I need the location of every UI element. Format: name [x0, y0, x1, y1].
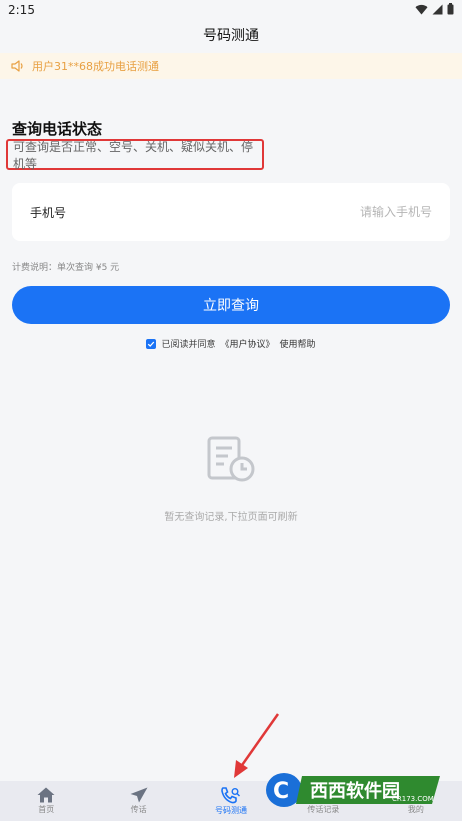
- phone-label: 手机号: [30, 205, 67, 220]
- page-title: 号码测通: [203, 28, 259, 44]
- agree-text: 已阅读并同意: [161, 340, 216, 350]
- status-time: 2:15: [8, 3, 35, 17]
- wifi-icon: [415, 4, 428, 15]
- watermark-logo: C 西西软件园 CR173.COM: [266, 773, 440, 807]
- query-button[interactable]: 立即查询: [12, 286, 450, 324]
- svg-text:C: C: [273, 779, 289, 804]
- notice-banner: 用户31**68成功电话测通: [0, 53, 462, 79]
- empty-text: 暂无查询记录,下拉页面可刷新: [164, 512, 298, 523]
- send-icon: [130, 787, 148, 803]
- signal-icon: [432, 4, 443, 15]
- check-icon: [148, 341, 155, 347]
- empty-records-icon: [206, 435, 256, 485]
- tab-home[interactable]: 首页: [0, 781, 92, 821]
- phone-search-icon: [221, 786, 241, 803]
- speaker-icon: [10, 58, 26, 74]
- tab-label: 首页: [38, 805, 55, 814]
- tab-label: 号码测通: [215, 805, 248, 815]
- user-agreement-link[interactable]: 《用户协议》: [220, 337, 274, 350]
- phone-card: 手机号: [12, 183, 450, 241]
- query-subtitle: 可查询是否正常、空号、关机、疑似关机、停机等: [13, 139, 254, 171]
- help-link[interactable]: 使用帮助: [280, 337, 316, 350]
- agreement-row: 已阅读并同意 《用户协议》 使用帮助: [0, 337, 462, 350]
- home-icon: [37, 787, 55, 803]
- watermark-brand: 西西软件园: [310, 780, 400, 802]
- subtitle-highlight: 可查询是否正常、空号、关机、疑似关机、停机等: [6, 139, 264, 171]
- status-icons: [415, 3, 454, 15]
- watermark-url: CR173.COM: [392, 795, 434, 803]
- status-bar: 2:15: [0, 0, 462, 22]
- query-title: 查询电话状态: [12, 120, 103, 138]
- tab-label: 传话: [130, 805, 147, 814]
- notice-text: 用户31**68成功电话测通: [32, 60, 159, 73]
- phone-input[interactable]: [252, 205, 432, 219]
- fee-note: 计费说明：单次查询 ¥5 元: [12, 263, 120, 273]
- agree-checkbox[interactable]: [146, 338, 157, 349]
- battery-icon: [447, 3, 454, 15]
- tab-send[interactable]: 传话: [92, 781, 184, 821]
